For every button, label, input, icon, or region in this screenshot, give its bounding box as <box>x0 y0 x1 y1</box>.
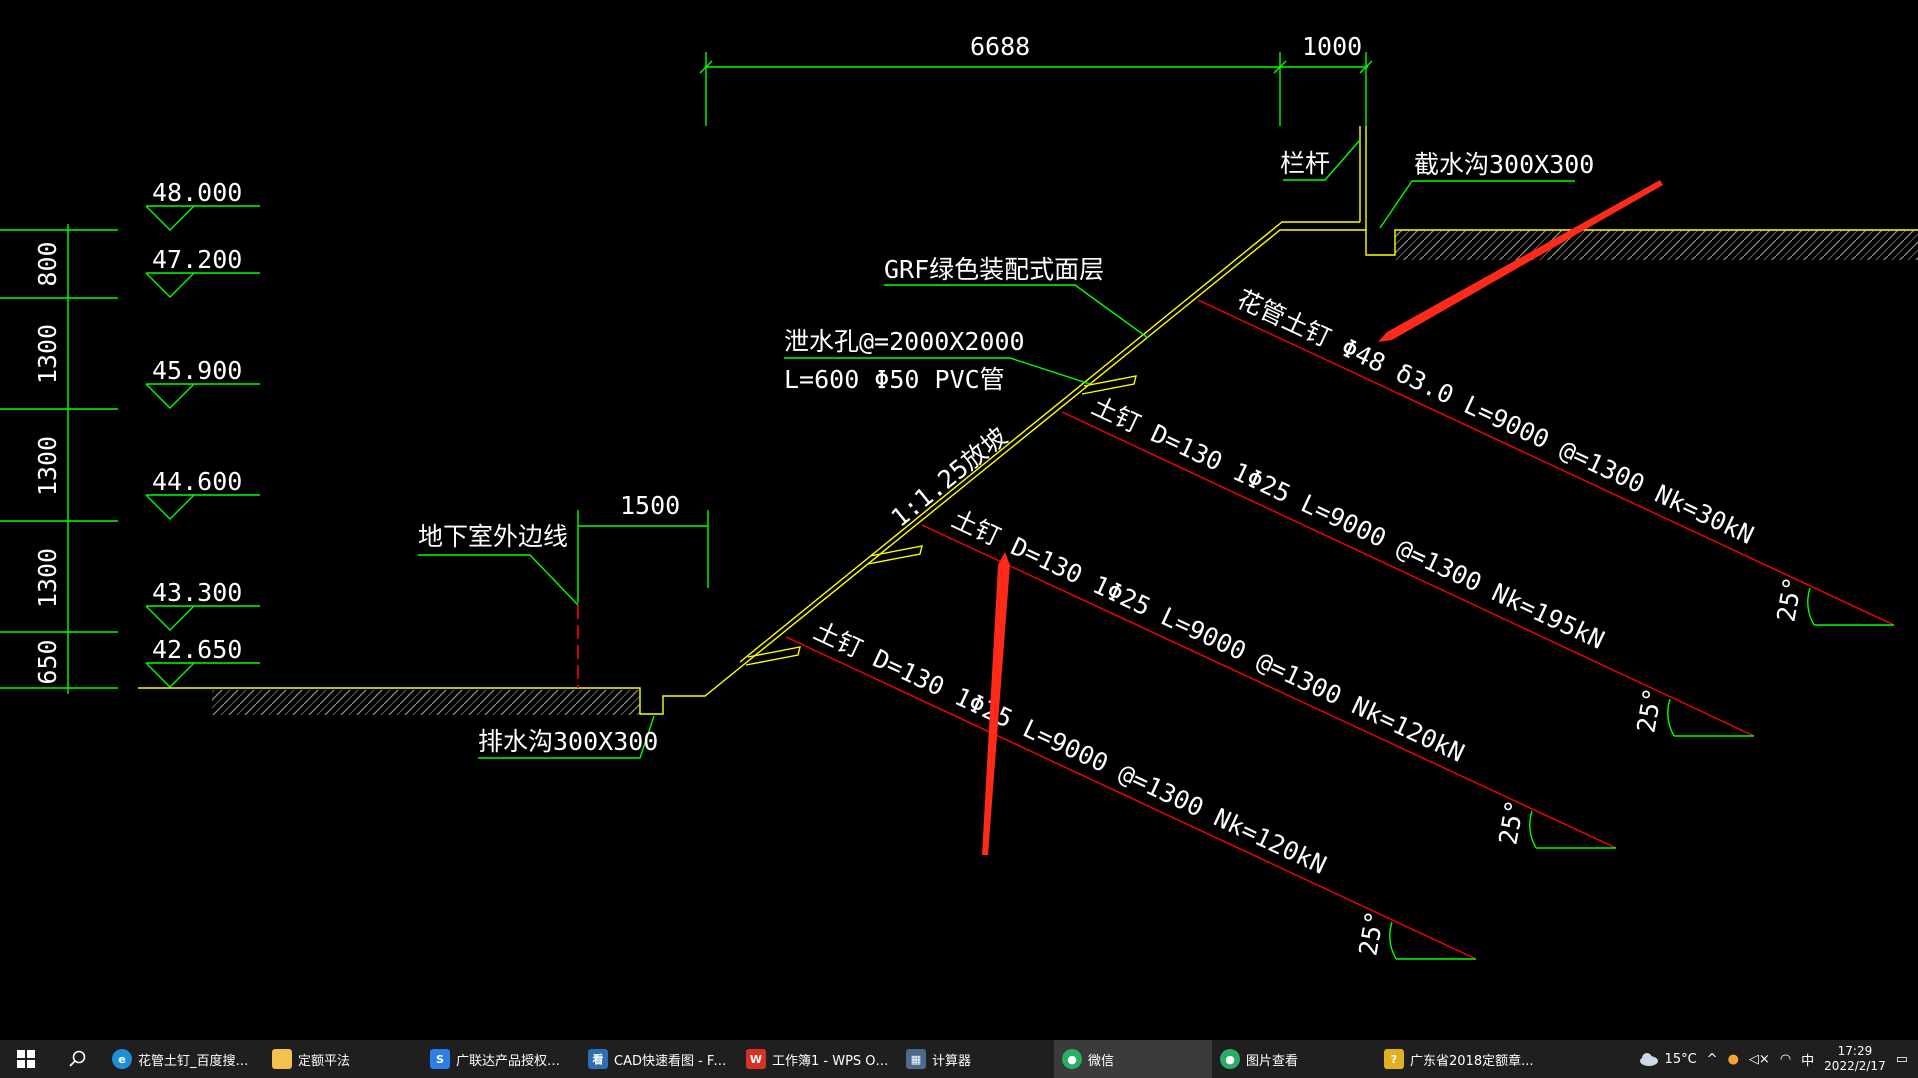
notification-icon[interactable]: ▭ <box>1896 1052 1908 1067</box>
red-arrow-upper <box>1378 180 1663 342</box>
nail-angle-label: 25° <box>1631 686 1667 736</box>
taskbar-item-cad-viewer[interactable]: 看 CAD快速看图 - F:\... <box>580 1040 738 1078</box>
weather-widget[interactable]: 15°C <box>1639 1052 1697 1067</box>
drain-ditch-label: 排水沟300X300 <box>478 727 658 756</box>
intercept-ditch-label: 截水沟300X300 <box>1414 150 1594 179</box>
taskbar-item-calculator[interactable]: ▦ 计算器 <box>898 1040 1054 1078</box>
pdf-reader-icon: ? <box>1384 1049 1404 1069</box>
cloud-icon <box>1639 1053 1658 1066</box>
folder-icon <box>272 1049 292 1069</box>
vdim-800: 800 <box>33 241 62 286</box>
wifi-icon[interactable]: ◠ <box>1780 1052 1791 1067</box>
taskbar-item-label: CAD快速看图 - F:\... <box>614 1053 730 1069</box>
taskbar-item-glodon[interactable]: S 广联达产品授权管理 <box>422 1040 580 1078</box>
elevation-45900: 45.900 <box>152 356 242 385</box>
search-button[interactable] <box>52 1040 104 1078</box>
taskbar-item-image-viewer[interactable]: ● 图片查看 <box>1212 1040 1376 1078</box>
windows-logo-icon <box>17 1050 35 1068</box>
elevation-43300: 43.300 <box>152 578 242 607</box>
ground-hatch-top <box>1395 230 1918 260</box>
ime-indicator[interactable]: 中 <box>1801 1050 1814 1069</box>
taskbar-item-label: 微信 <box>1088 1053 1115 1069</box>
weep-hole-label-2: L=600 Φ50 PVC管 <box>784 365 1005 394</box>
vdim-650: 650 <box>33 639 62 684</box>
image-viewer-icon: ● <box>1220 1049 1240 1069</box>
calculator-icon: ▦ <box>906 1049 926 1069</box>
speaker-muted-icon[interactable]: ◁× <box>1749 1052 1770 1067</box>
nail-angle-label: 25° <box>1771 575 1807 625</box>
taskbar-item-wechat[interactable]: ● 微信 <box>1054 1040 1212 1078</box>
nail-angle-label: 25° <box>1493 798 1529 848</box>
vdim-1300-a: 1300 <box>33 324 62 384</box>
dim-6688: 6688 <box>970 32 1030 61</box>
vdim-1300-c: 1300 <box>33 548 62 608</box>
taskbar-item-pdf[interactable]: ? 广东省2018定额章... <box>1376 1040 1548 1078</box>
taskbar-item-label: 花管土钉_百度搜索... <box>138 1053 256 1069</box>
wechat-icon: ● <box>1062 1049 1082 1069</box>
taskbar-item-label: 广联达产品授权管理 <box>456 1053 572 1069</box>
dim-1000: 1000 <box>1302 32 1362 61</box>
elevation-42650: 42.650 <box>152 635 242 664</box>
taskbar-item-browser[interactable]: e 花管土钉_百度搜索... <box>104 1040 264 1078</box>
start-button[interactable] <box>0 1040 52 1078</box>
weather-temp: 15°C <box>1664 1051 1697 1067</box>
glodon-icon: S <box>430 1049 450 1069</box>
system-tray: 15°C ^ ● ◁× ◠ 中 17:29 2022/2/17 ▭ <box>1639 1040 1918 1078</box>
basement-edge-label: 地下室外边线 <box>418 522 568 551</box>
soil-nail-line <box>1061 411 1755 737</box>
elevation-47200: 47.200 <box>152 245 242 274</box>
slope-profile <box>138 126 1918 715</box>
dim-1500: 1500 <box>620 491 680 520</box>
top-dimension-lines <box>699 52 1373 126</box>
dimension-1500-lines <box>577 510 709 603</box>
nail-angle-label: 25° <box>1353 909 1389 959</box>
ground-hatch-bottom <box>212 690 640 715</box>
taskbar-item-folder[interactable]: 定额平法 <box>264 1040 422 1078</box>
wps-icon: W <box>746 1049 766 1069</box>
elevation-texts: 48.000 47.200 45.900 44.600 43.300 42.65… <box>152 178 242 664</box>
vdim-1300-b: 1300 <box>33 436 62 496</box>
slope-ratio-label: 1:1.25放坡 <box>886 422 1013 533</box>
elevation-markers <box>145 205 260 688</box>
taskbar-item-label: 工作簿1 - WPS Of... <box>772 1053 890 1069</box>
search-icon <box>69 1050 86 1067</box>
weep-hole-label-1: 泄水孔@=2000X2000 <box>784 327 1025 356</box>
clock-time: 17:29 <box>1837 1044 1873 1058</box>
taskbar-item-label: 图片查看 <box>1246 1053 1299 1069</box>
taskbar-item-wps[interactable]: W 工作簿1 - WPS Of... <box>738 1040 898 1078</box>
cad-viewer-icon: 看 <box>588 1049 608 1069</box>
vertical-dim-texts: 800 1300 1300 1300 650 <box>33 241 62 684</box>
elevation-44600: 44.600 <box>152 467 242 496</box>
taskbar-item-label: 广东省2018定额章... <box>1410 1053 1534 1069</box>
section-drawing: 25°花管土钉 Φ48 δ3.0 L=9000 @=1300 Nk=30kN25… <box>0 32 1918 960</box>
clock[interactable]: 17:29 2022/2/17 <box>1824 1044 1886 1074</box>
cad-drawing-canvas[interactable]: 25° 花管土钉 Φ48 δ3.0 L=9000 @=1300 Nk=30kN 25… <box>0 0 1918 1040</box>
elevation-48000: 48.000 <box>152 178 242 207</box>
edge-browser-icon: e <box>112 1049 132 1069</box>
app-tray-icon[interactable]: ● <box>1728 1052 1739 1067</box>
soil-nail-line <box>1197 299 1895 626</box>
chevron-up-icon[interactable]: ^ <box>1707 1052 1718 1067</box>
surface-layer-label: GRF绿色装配式面层 <box>884 255 1104 284</box>
windows-taskbar: e 花管土钉_百度搜索... 定额平法 S 广联达产品授权管理 看 CAD快速看… <box>0 1040 1918 1078</box>
railing-label: 栏杆 <box>1280 149 1330 178</box>
clock-date: 2022/2/17 <box>1824 1059 1886 1073</box>
taskbar-item-label: 定额平法 <box>298 1053 351 1069</box>
taskbar-item-label: 计算器 <box>932 1053 972 1069</box>
